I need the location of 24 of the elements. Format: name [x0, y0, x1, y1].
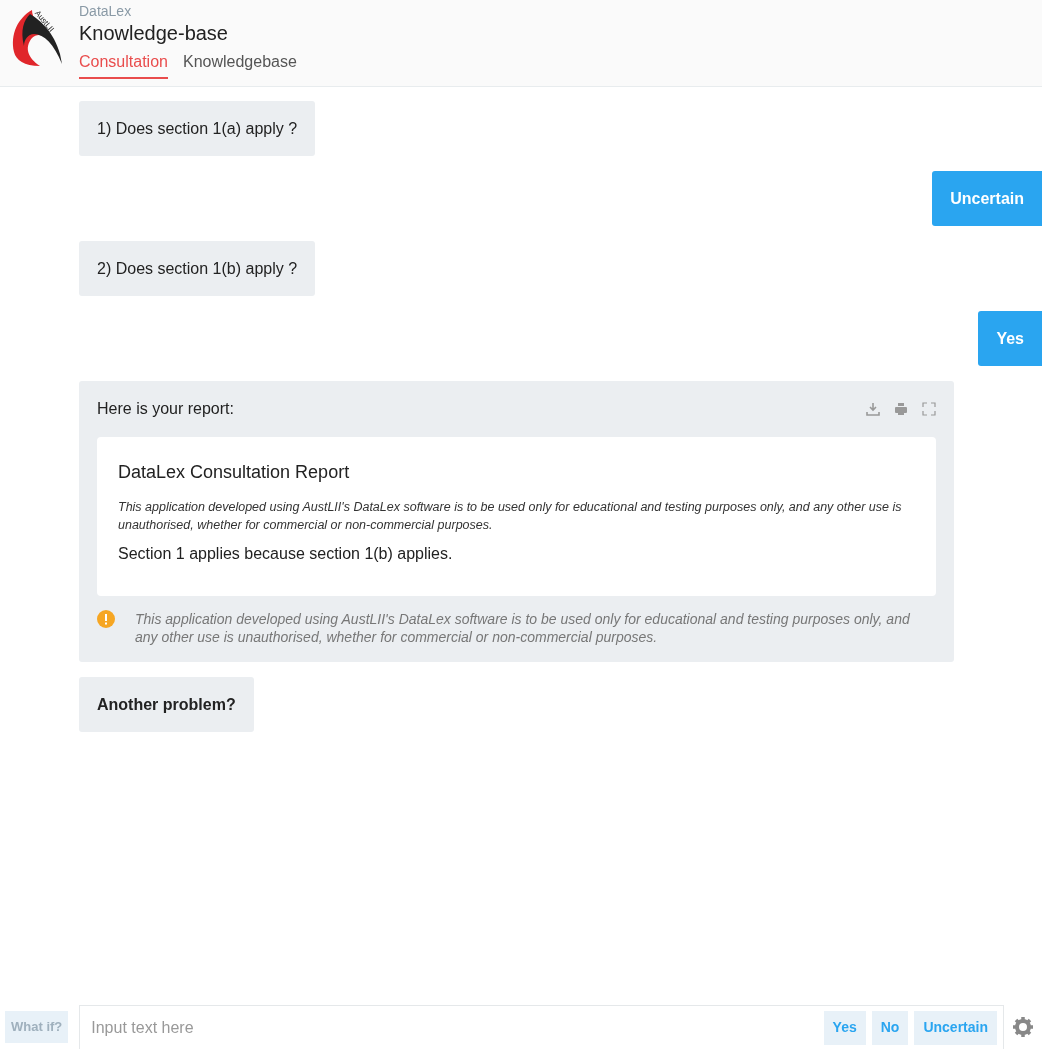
report-title: DataLex Consultation Report	[118, 461, 351, 484]
notice-text: This application developed using AustLII's DataLex software is to be used only for educational and testing purposes only, and any other use is unauthorised, whether for commercial or non-commercial purposes.	[135, 610, 911, 646]
download-icon[interactable]	[866, 402, 880, 416]
quick-reply-button[interactable]: Yes	[823, 1010, 866, 1045]
question-bubble: 1) Does section 1(a) apply ?	[79, 101, 316, 156]
tab[interactable]: Consultation	[79, 52, 168, 79]
quick-reply-button[interactable]: No	[871, 1010, 909, 1045]
what-if-button[interactable]: What if?	[5, 1011, 69, 1043]
report-conclusion: Section 1 applies because section 1(b) applies.	[118, 544, 454, 564]
warning-icon	[97, 610, 115, 628]
report-intro: Here is your report:	[97, 399, 234, 419]
quick-reply-button[interactable]: Uncertain	[914, 1010, 997, 1045]
settings-icon[interactable]	[1013, 1017, 1033, 1037]
tab[interactable]: Knowledgebase	[182, 52, 297, 79]
disclaimer-text: This application developed using AustLII's DataLex software is to be used only for educational and testing purposes only, and any other use is unauthorised, whether for commercial or non-commercial purposes.	[118, 499, 903, 534]
print-icon[interactable]	[894, 402, 908, 416]
app-subtitle: DataLex	[79, 2, 133, 20]
input-field[interactable]: Input text here Yes No Uncertain	[79, 1005, 1004, 1049]
question-bubble: 2) Does section 1(b) apply ?	[79, 241, 316, 296]
bot-message: Another problem?	[79, 677, 254, 732]
expand-icon[interactable]	[922, 402, 936, 416]
answer-bubble: Uncertain	[932, 171, 1042, 226]
app-title: Knowledge-base	[79, 21, 229, 46]
answer-bubble: Yes	[978, 311, 1042, 366]
